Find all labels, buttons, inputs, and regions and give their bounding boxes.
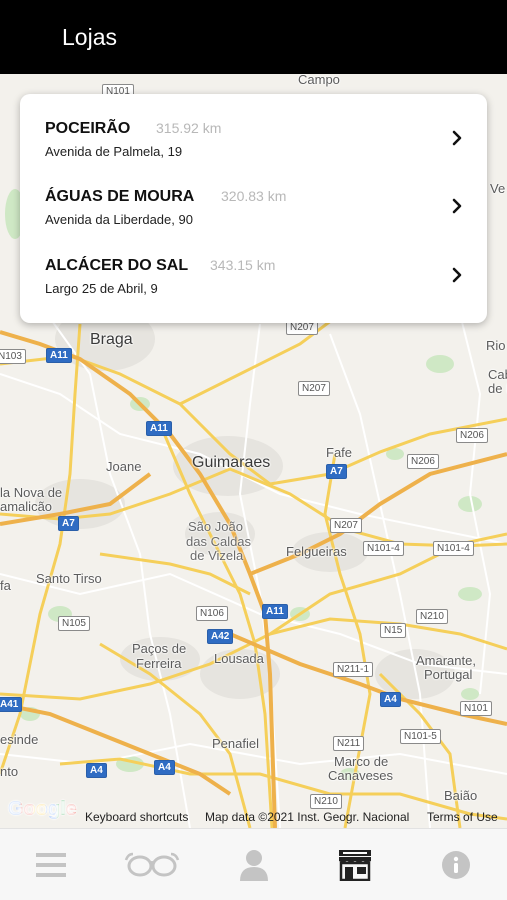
road-shield-a42: A42: [207, 629, 234, 644]
map-label-campo: Campo: [298, 74, 340, 87]
map-label-amarante-1: Amarante,: [416, 653, 476, 668]
road-shield-a11: A11: [146, 421, 172, 436]
menu-icon: [36, 853, 66, 877]
map-label-penafiel: Penafiel: [212, 736, 259, 751]
map-label-vila-nova-2: amalicão: [0, 499, 53, 514]
glasses-icon: [124, 852, 180, 877]
tab-info[interactable]: [416, 829, 496, 900]
tab-menu[interactable]: [11, 829, 91, 900]
google-logo-text: Google: [8, 798, 77, 820]
road-shield-a11: A11: [46, 348, 72, 363]
road-shield-n207: N207: [330, 518, 362, 533]
map-label-pacos-2: Ferreira: [136, 656, 182, 671]
store-row-poceirao[interactable]: POCEIRÃO 315.92 km Avenida de Palmela, 1…: [20, 94, 487, 162]
road-shield-a41: A41: [0, 697, 23, 712]
road-shield-n210: N210: [416, 609, 448, 624]
store-row-alcacer-do-sal[interactable]: ALCÁCER DO SAL 343.15 km Largo 25 de Abr…: [20, 231, 487, 299]
road-shield-a4: A4: [380, 692, 401, 707]
map-data-attribution: Map data ©2021 Inst. Geogr. Nacional: [205, 810, 410, 824]
road-shield-a4: A4: [86, 763, 107, 778]
map-label-fa: fa: [0, 578, 11, 593]
store-row-aguas-de-moura[interactable]: ÁGUAS DE MOURA 320.83 km Avenida da Libe…: [20, 162, 487, 230]
map-label-felgueiras: Felgueiras: [286, 544, 347, 559]
store-name: ALCÁCER DO SAL: [45, 257, 189, 274]
bottom-tab-bar: [0, 828, 507, 900]
store-distance: 320.83 km: [221, 188, 287, 204]
map-label-fafe: Fafe: [326, 445, 353, 460]
google-logo: Google: [8, 798, 77, 820]
map-label-cabeceiras-1: Cabece: [488, 367, 507, 382]
chevron-right-icon: [452, 198, 462, 214]
store-name: POCEIRÃO: [45, 120, 131, 137]
store-address: Avenida de Palmela, 19: [45, 144, 183, 159]
road-shield-n206: N206: [407, 454, 439, 469]
map-label-vila-nova-1: la Nova de: [0, 485, 63, 500]
chevron-right-icon: [452, 267, 462, 283]
map-label-sao-joao-1: São João: [188, 519, 243, 534]
road-shield-n101: N101: [460, 701, 492, 716]
map-label-pacos-1: Paços de: [132, 641, 187, 656]
road-shield-n207: N207: [298, 381, 330, 396]
page-title: Lojas: [62, 24, 117, 50]
road-shield-a7: A7: [58, 516, 79, 531]
store-address: Largo 25 de Abril, 9: [45, 281, 158, 296]
profile-icon: [240, 850, 268, 881]
map-label-sao-joao-2: das Caldas: [186, 534, 252, 549]
chevron-right-icon: [452, 130, 462, 146]
app-header: Lojas: [0, 0, 507, 74]
map-label-baiao: Baião: [444, 788, 478, 803]
keyboard-shortcuts-link[interactable]: Keyboard shortcuts: [85, 810, 188, 824]
map-label-ve: Ve: [490, 181, 506, 196]
terms-of-use-link[interactable]: Terms of Use: [427, 810, 498, 824]
map-label-esinde: esinde: [0, 732, 39, 747]
road-shield-n105: N105: [58, 616, 90, 631]
road-shield-n103: N103: [0, 349, 26, 364]
map-label-joane: Joane: [106, 459, 142, 474]
store-address: Avenida da Liberdade, 90: [45, 212, 193, 227]
road-shield-a4: A4: [154, 760, 175, 775]
road-shield-n106: N106: [196, 606, 228, 621]
store-icon: [339, 850, 371, 881]
road-shield-n210: N210: [310, 794, 342, 809]
road-shield-a7: A7: [326, 464, 347, 479]
road-shield-n211-1: N211-1: [333, 662, 374, 677]
road-shield-a11: A11: [262, 604, 288, 619]
map-label-cabeceiras-2: de Bas: [488, 381, 507, 396]
road-shield-n15: N15: [380, 623, 407, 638]
store-distance: 343.15 km: [210, 257, 276, 273]
road-shield-n206: N206: [456, 428, 488, 443]
map-label-sao-joao-3: de Vizela: [190, 548, 244, 563]
store-distance: 315.92 km: [156, 120, 222, 136]
road-shield-n211: N211: [333, 736, 365, 751]
tab-glasses[interactable]: [112, 829, 192, 900]
map-label-lousada: Lousada: [214, 651, 264, 666]
map-label-marco-1: Marco de: [334, 754, 389, 769]
map-label-nto: nto: [0, 764, 19, 779]
road-shield-n101-5: N101-5: [400, 729, 441, 744]
tab-stores[interactable]: [315, 829, 395, 900]
map-label-rio: Rio: [486, 338, 506, 353]
tab-profile[interactable]: [214, 829, 294, 900]
map-label-marco-2: Canaveses: [328, 768, 394, 783]
map-label-amarante-2: Portugal: [424, 667, 473, 682]
store-list-card: POCEIRÃO 315.92 km Avenida de Palmela, 1…: [20, 94, 487, 323]
map-label-guimaraes: Guimaraes: [192, 454, 271, 471]
map-label-braga: Braga: [90, 331, 133, 348]
info-icon: [442, 851, 470, 879]
store-name: ÁGUAS DE MOURA: [45, 188, 195, 205]
road-shield-n101-4: N101-4: [363, 541, 404, 556]
map-label-santo-tirso: Santo Tirso: [36, 571, 102, 586]
road-shield-n101-4: N101-4: [433, 541, 474, 556]
